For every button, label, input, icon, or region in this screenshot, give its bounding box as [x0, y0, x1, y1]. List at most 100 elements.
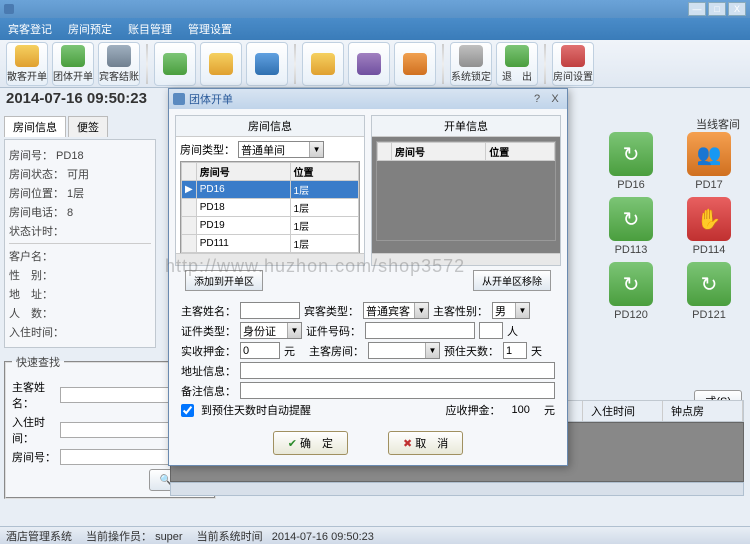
- window-controls: — □ X: [688, 2, 746, 16]
- days-input[interactable]: [503, 342, 527, 359]
- tbtn-4[interactable]: [154, 42, 196, 86]
- tbtn-6[interactable]: [246, 42, 288, 86]
- idtype-combo[interactable]: ▼: [240, 322, 302, 339]
- person2-icon: [403, 53, 427, 75]
- room-card[interactable]: ✋PD114: [674, 197, 744, 256]
- mainroom-input[interactable]: [369, 343, 425, 358]
- deposit-input[interactable]: [240, 342, 280, 359]
- maximize-button[interactable]: □: [708, 2, 726, 16]
- minimize-button[interactable]: —: [688, 2, 706, 16]
- tbtn-group-checkin[interactable]: 团体开单: [52, 42, 94, 86]
- chevron-down-icon[interactable]: ▼: [287, 323, 301, 338]
- room-card[interactable]: ↻ PD113: [596, 197, 666, 256]
- chevron-down-icon[interactable]: ▼: [414, 303, 428, 318]
- tbtn-8[interactable]: [348, 42, 390, 86]
- tbtn-label: 宾客结账: [99, 68, 139, 83]
- list-col-hourly: 钟点房: [663, 401, 743, 421]
- list-scrollbar[interactable]: [170, 482, 744, 496]
- menu-room-reserve[interactable]: 房间预定: [68, 21, 112, 37]
- tbtn-checkout[interactable]: 宾客结账: [98, 42, 140, 86]
- room-card[interactable]: ↻PD121: [674, 262, 744, 321]
- panel-header: 房间信息: [176, 116, 364, 137]
- tbtn-single-checkin[interactable]: 散客开单: [6, 42, 48, 86]
- grid-col-room: 房间号: [392, 143, 486, 161]
- tbtn-5[interactable]: [200, 42, 242, 86]
- chevron-down-icon[interactable]: ▼: [515, 303, 529, 318]
- search-time-label: 入住时间：: [12, 414, 60, 446]
- room-icon: ↻: [609, 132, 653, 176]
- room-icon: [561, 45, 585, 67]
- room-icon: ↻: [687, 262, 731, 306]
- room-type-combo[interactable]: ▼: [238, 141, 324, 158]
- add-to-order-button[interactable]: 添加到开单区: [185, 270, 263, 291]
- room-info-box: 房间号： PD18 房间状态： 可用 房间位置： 1层 房间电话： 8 状态计时…: [4, 139, 156, 348]
- x-icon: ✖: [403, 437, 412, 450]
- info-status-timer: 状态计时：: [9, 223, 151, 239]
- yuan-label2: 元: [544, 402, 555, 418]
- people-suffix: 人: [507, 323, 518, 339]
- remove-from-order-button[interactable]: 从开单区移除: [473, 270, 551, 291]
- cell-loc: 1层: [290, 235, 358, 253]
- room-type-input[interactable]: [239, 142, 309, 157]
- people-input[interactable]: [479, 322, 503, 339]
- guest-type-input[interactable]: [364, 303, 414, 318]
- idno-input[interactable]: [365, 322, 475, 339]
- grid-scrollbar[interactable]: [176, 253, 364, 265]
- tab-room-info[interactable]: 房间信息: [4, 116, 66, 137]
- ok-button[interactable]: ✔确 定: [273, 431, 348, 455]
- room-label: PD120: [596, 309, 666, 321]
- available-rooms-grid[interactable]: 房间号位置 ▶PD161层 PD181层 PD191层 PD1111层: [180, 161, 360, 261]
- tbtn-7[interactable]: [302, 42, 344, 86]
- gender-input[interactable]: [493, 303, 515, 318]
- gender-combo[interactable]: ▼: [492, 302, 530, 319]
- menu-account-manage[interactable]: 账目管理: [128, 21, 172, 37]
- addr-input[interactable]: [240, 362, 555, 379]
- idtype-label: 证件类型：: [181, 323, 236, 339]
- cancel-button[interactable]: ✖取 消: [388, 431, 463, 455]
- guest-type-combo[interactable]: ▼: [363, 302, 429, 319]
- room-label: PD113: [596, 244, 666, 256]
- selected-rooms-grid[interactable]: 房间号位置: [376, 141, 556, 241]
- grid-scrollbar[interactable]: [372, 253, 560, 265]
- tbtn-9[interactable]: [394, 42, 436, 86]
- user-icon: [255, 53, 279, 75]
- table-row[interactable]: PD181层: [182, 199, 359, 217]
- info-address: 地 址：: [9, 286, 151, 302]
- info-room-status: 房间状态： 可用: [9, 166, 151, 182]
- note-input[interactable]: [240, 382, 555, 399]
- person-icon: [15, 45, 39, 67]
- dialog-close-button[interactable]: X: [547, 92, 563, 106]
- close-button[interactable]: X: [728, 2, 746, 16]
- room-icon: ↻: [609, 197, 653, 241]
- table-row[interactable]: ▶PD161层: [182, 181, 359, 199]
- tbtn-exit[interactable]: 退 出: [496, 42, 538, 86]
- room-card[interactable]: 👥PD17: [674, 132, 744, 191]
- menu-settings[interactable]: 管理设置: [188, 21, 232, 37]
- chevron-down-icon[interactable]: ▼: [309, 142, 323, 157]
- mainroom-combo[interactable]: ▼: [368, 342, 440, 359]
- info-people: 人 数：: [9, 305, 151, 321]
- dialog-help-button[interactable]: ?: [529, 92, 545, 106]
- room-icon: ↻: [609, 262, 653, 306]
- room-label: PD114: [674, 244, 744, 256]
- tbtn-room-settings[interactable]: 房间设置: [552, 42, 594, 86]
- app-logo-icon: [4, 4, 14, 14]
- table-row[interactable]: PD1111层: [182, 235, 359, 253]
- auto-remind-checkbox[interactable]: [181, 404, 194, 417]
- table-row[interactable]: PD191层: [182, 217, 359, 235]
- day-suffix: 天: [531, 343, 542, 359]
- tbtn-lock[interactable]: 系统锁定: [450, 42, 492, 86]
- idtype-input[interactable]: [241, 323, 287, 338]
- room-card[interactable]: ↻ PD120: [596, 262, 666, 321]
- menu-guest-register[interactable]: 宾客登记: [8, 21, 52, 37]
- guest-name-input[interactable]: [240, 302, 300, 319]
- chevron-down-icon[interactable]: ▼: [425, 343, 439, 358]
- room-card[interactable]: ↻PD16: [596, 132, 666, 191]
- tbtn-label: 退 出: [502, 68, 532, 83]
- toolbar-separator: [442, 44, 444, 84]
- info-room-location: 房间位置： 1层: [9, 185, 151, 201]
- refresh-icon: [163, 53, 187, 75]
- tab-notes[interactable]: 便签: [68, 116, 108, 137]
- toolbar-separator: [146, 44, 148, 84]
- idno-label: 证件号码：: [306, 323, 361, 339]
